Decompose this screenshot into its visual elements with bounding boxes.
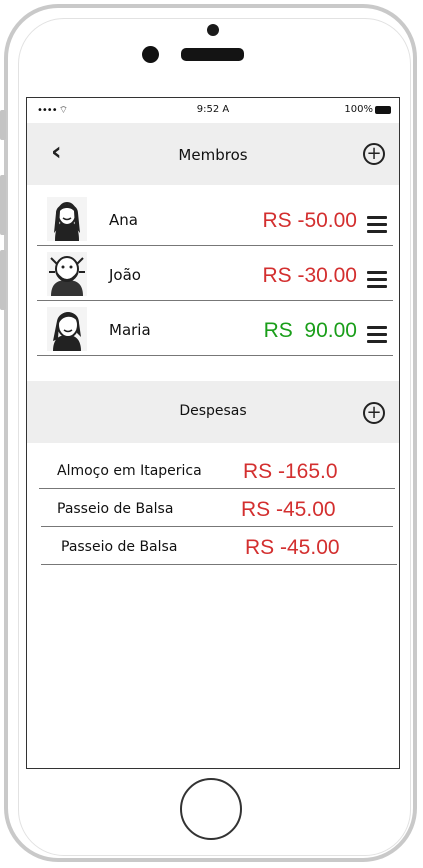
app-screen: •••• ⌔ 9:52 A 100% ‹ Membros + Ana RS -5…	[26, 97, 400, 769]
status-bar: •••• ⌔ 9:52 A 100%	[27, 98, 399, 123]
member-name: Ana	[109, 211, 138, 229]
hamburger-menu-icon[interactable]	[367, 216, 387, 233]
member-balance: RS 90.00	[263, 319, 357, 342]
member-row[interactable]: Maria RS 90.00	[37, 301, 393, 356]
expense-name: Passeio de Balsa	[61, 539, 178, 555]
battery-percentage: 100%	[344, 104, 373, 115]
add-expense-button[interactable]: +	[363, 402, 385, 424]
member-row[interactable]: Ana RS -50.00	[37, 191, 393, 246]
expense-row[interactable]: Passeio de Balsa RS -45.00	[41, 527, 397, 565]
volume-down-button	[0, 250, 6, 310]
mute-switch	[0, 110, 6, 140]
page-title: Membros	[178, 146, 248, 164]
expense-name: Almoço em Itaperica	[57, 463, 202, 479]
expense-amount: RS -165.0	[243, 460, 338, 483]
members-header: ‹ Membros +	[27, 123, 399, 185]
expense-amount: RS -45.00	[241, 498, 336, 521]
hamburger-menu-icon[interactable]	[367, 326, 387, 343]
expense-row[interactable]: Passeio de Balsa RS -45.00	[41, 489, 393, 527]
member-row[interactable]: João RS -30.00	[37, 246, 393, 301]
member-balance: RS -50.00	[262, 209, 357, 232]
earpiece-speaker	[181, 48, 244, 61]
front-camera	[142, 46, 159, 63]
avatar	[47, 252, 87, 296]
avatar	[47, 307, 87, 351]
status-time: 9:52 A	[196, 104, 230, 115]
home-button[interactable]	[180, 778, 242, 840]
proximity-sensor	[207, 24, 219, 36]
battery-icon	[375, 106, 391, 114]
section-title: Despesas	[179, 403, 247, 419]
member-balance: RS -30.00	[262, 264, 357, 287]
expense-row[interactable]: Almoço em Itaperica RS -165.0	[39, 451, 395, 489]
expense-name: Passeio de Balsa	[57, 501, 174, 517]
hamburger-menu-icon[interactable]	[367, 271, 387, 288]
plus-circle-icon: +	[366, 143, 382, 164]
expense-amount: RS -45.00	[245, 536, 340, 559]
volume-up-button	[0, 175, 6, 235]
add-member-button[interactable]: +	[363, 143, 385, 165]
member-name: Maria	[109, 321, 151, 339]
member-name: João	[109, 266, 141, 284]
avatar	[47, 197, 87, 241]
expenses-header: Despesas +	[27, 381, 399, 443]
plus-circle-icon: +	[366, 402, 382, 423]
